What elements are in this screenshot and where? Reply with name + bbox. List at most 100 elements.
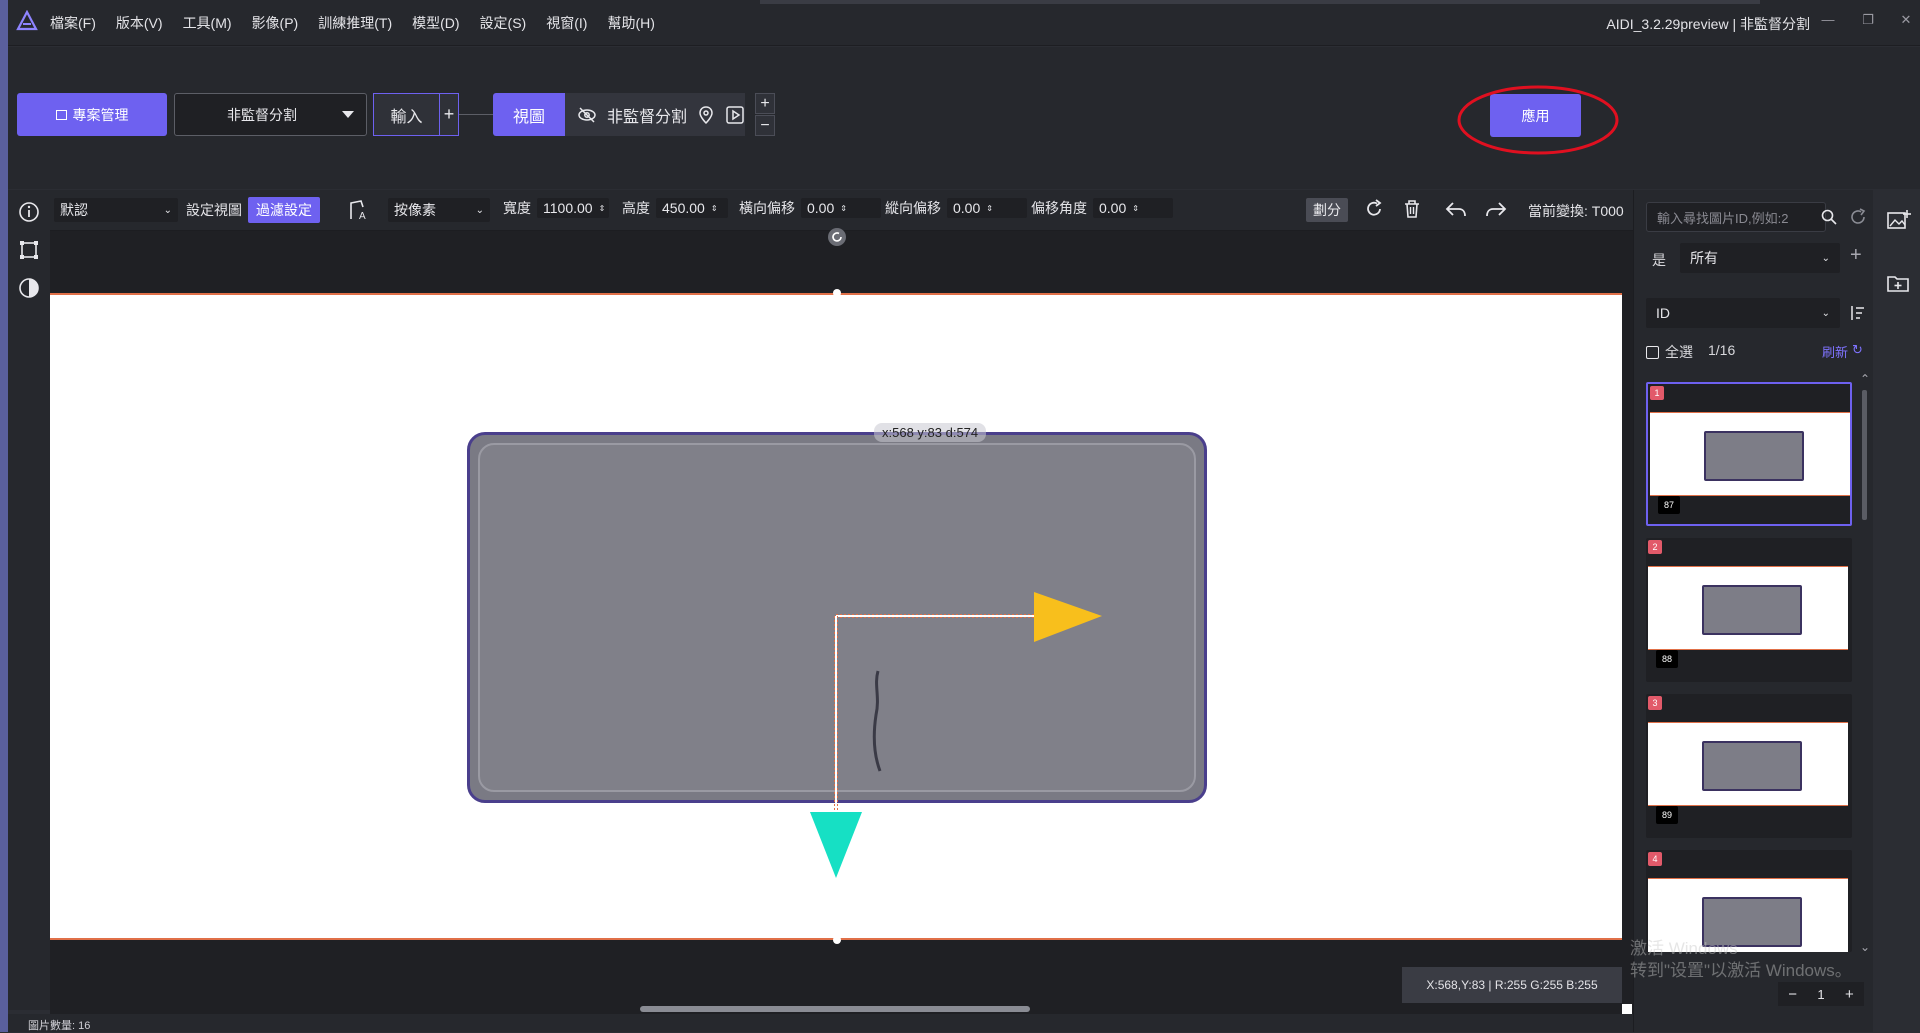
menu-version[interactable]: 版本(V) — [116, 13, 163, 33]
filter-settings-button[interactable]: 過濾設定 — [248, 197, 320, 223]
add-image-icon[interactable] — [1886, 208, 1912, 234]
add-input-button[interactable]: + — [439, 93, 459, 136]
menu-window[interactable]: 視窗(I) — [546, 13, 587, 33]
filter-select[interactable]: 所有 ⌄ — [1680, 243, 1840, 273]
menu-model[interactable]: 模型(D) — [412, 13, 459, 33]
menu-help[interactable]: 幫助(H) — [607, 13, 654, 33]
pixel-status: X:568,Y:83 | R:255 G:255 B:255 — [1402, 967, 1622, 1003]
app-title: AIDI_3.2.29preview | 非監督分割 — [1606, 16, 1810, 32]
spinner-icon[interactable]: ⇕ — [599, 204, 606, 213]
restore-icon[interactable]: ❐ — [1858, 12, 1878, 28]
y-axis-arrow — [810, 812, 862, 878]
resize-handle-top[interactable] — [833, 289, 841, 297]
thumbnail-id: 88 — [1656, 650, 1678, 668]
play-icon[interactable] — [725, 105, 745, 125]
input-button[interactable]: 輸入 — [373, 93, 439, 136]
split-button[interactable]: 劃分 — [1306, 198, 1348, 222]
menu-settings[interactable]: 設定(S) — [480, 13, 527, 33]
resize-handle-bottom[interactable] — [833, 936, 841, 944]
horizontal-scrollbar[interactable] — [640, 1006, 1030, 1012]
menu-tools[interactable]: 工具(M) — [183, 13, 232, 33]
thumbnail-scrollbar[interactable] — [1862, 390, 1867, 520]
plus-icon[interactable]: + — [1845, 986, 1854, 1003]
page-stepper[interactable]: − 1 + — [1778, 982, 1864, 1006]
spinner-icon[interactable]: ⇕ — [986, 204, 993, 213]
connector-line — [459, 114, 493, 115]
thumbnail-image — [1704, 431, 1804, 481]
thumbnail-item[interactable]: 1 87 — [1646, 382, 1852, 526]
minimize-icon[interactable]: — — [1818, 12, 1838, 27]
angle-input[interactable]: 0.00 ⇕ — [1093, 198, 1173, 218]
filter-settings-label: 過濾設定 — [256, 202, 312, 218]
chevron-down-icon: ⌄ — [1821, 252, 1830, 264]
mode-select[interactable]: 非監督分割 — [174, 93, 367, 136]
sort-select[interactable]: ID ⌄ — [1646, 298, 1840, 328]
trash-icon[interactable] — [1401, 198, 1423, 220]
zoom-in-button[interactable]: + — [755, 93, 775, 114]
highlight-ellipse — [1457, 85, 1619, 155]
checkbox-icon — [1646, 345, 1659, 359]
preset-select[interactable]: 默認 ⌄ — [54, 198, 178, 222]
unit-select[interactable]: 按像素 ⌄ — [388, 198, 490, 222]
spinner-icon[interactable]: ⇕ — [711, 204, 718, 213]
hoffset-label: 橫向偏移 — [739, 200, 795, 216]
voffset-input[interactable]: 0.00 ⇕ — [947, 198, 1027, 218]
width-value: 1100.00 — [543, 200, 593, 216]
set-view-button[interactable]: 設定視圖 — [186, 200, 242, 220]
module-node[interactable]: 非監督分割 — [565, 93, 745, 136]
corner-handle — [1622, 1004, 1632, 1014]
eye-off-icon[interactable] — [577, 105, 597, 125]
height-input[interactable]: 450.00 ⇕ — [656, 198, 728, 218]
axis-arrows[interactable] — [800, 580, 1110, 880]
watermark-line1: 激活 Windows — [1630, 939, 1738, 958]
unit-value: 按像素 — [394, 202, 436, 218]
undo-icon[interactable] — [1444, 198, 1468, 220]
split-label: 劃分 — [1313, 202, 1341, 218]
scroll-down-icon[interactable]: ⌄ — [1860, 940, 1870, 954]
menu-train[interactable]: 訓練推理(T) — [318, 13, 392, 33]
search-placeholder: 輸入尋找圖片ID,例如:2 — [1657, 210, 1789, 226]
menu-image[interactable]: 影像(P) — [252, 13, 299, 33]
voffset-value: 0.00 — [953, 200, 981, 216]
view-button[interactable]: 視圖 — [493, 93, 565, 136]
text-style-icon[interactable]: A — [348, 198, 372, 222]
spinner-icon[interactable]: ⇕ — [840, 204, 847, 213]
preset-value: 默認 — [60, 202, 88, 218]
angle-value: 0.00 — [1099, 200, 1127, 216]
close-icon[interactable]: ✕ — [1896, 12, 1916, 28]
thumbnail-item[interactable]: 2 88 — [1646, 538, 1852, 682]
hoffset-value: 0.00 — [807, 200, 835, 216]
left-tool-rail — [8, 190, 50, 1010]
minus-icon[interactable]: − — [1788, 986, 1797, 1003]
sort-value: ID — [1656, 305, 1670, 321]
spinner-icon[interactable]: ⇕ — [1132, 204, 1139, 213]
redo-icon[interactable] — [1484, 198, 1508, 220]
image-search-input[interactable]: 輸入尋找圖片ID,例如:2 — [1646, 202, 1826, 232]
zoom-out-button[interactable]: − — [755, 115, 775, 136]
add-folder-icon[interactable] — [1886, 270, 1912, 296]
width-input[interactable]: 1100.00 ⇕ — [537, 198, 609, 218]
menu-file[interactable]: 檔案(F) — [50, 13, 96, 33]
add-filter-icon[interactable]: + — [1850, 244, 1862, 267]
contrast-icon[interactable] — [18, 277, 40, 299]
project-manage-button[interactable]: 專案管理 — [17, 93, 167, 136]
search-icon[interactable] — [1820, 208, 1838, 226]
thumbnail-image — [1702, 585, 1802, 635]
scroll-up-icon[interactable]: ⌃ — [1860, 372, 1870, 386]
refresh-icon[interactable] — [1848, 207, 1868, 227]
refresh-link[interactable]: 刷新 ↻ — [1822, 342, 1863, 361]
rotate-icon[interactable] — [1363, 198, 1385, 220]
crop-frame-icon[interactable] — [18, 239, 40, 261]
sort-order-icon[interactable] — [1848, 304, 1866, 322]
app-logo-icon — [16, 10, 38, 31]
rotate-handle-icon[interactable] — [826, 226, 848, 248]
select-all-checkbox[interactable]: 全選 — [1646, 342, 1693, 362]
thumbnail-item[interactable]: 3 89 — [1646, 694, 1852, 838]
view-label: 視圖 — [512, 108, 545, 126]
thumbnail-item[interactable]: 4 — [1646, 850, 1852, 952]
info-icon[interactable] — [18, 201, 40, 223]
thumbnail-index: 2 — [1648, 540, 1662, 554]
hoffset-input[interactable]: 0.00 ⇕ — [801, 198, 881, 218]
thumbnail-index: 4 — [1648, 852, 1662, 866]
location-pin-icon[interactable] — [697, 105, 715, 125]
